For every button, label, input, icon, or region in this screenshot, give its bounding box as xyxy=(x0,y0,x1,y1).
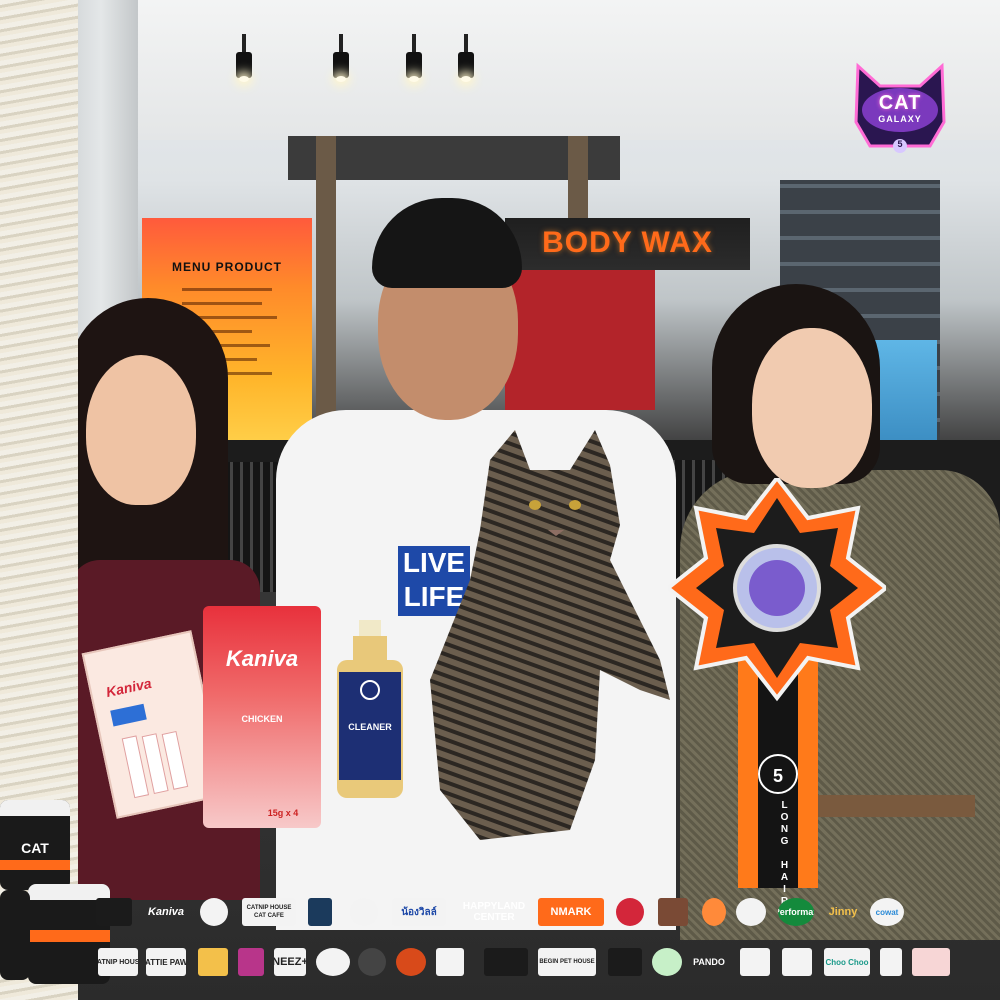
sponsor-logo xyxy=(358,948,386,976)
ceiling-spotlight xyxy=(403,34,425,86)
svg-text:Kaniva: Kaniva xyxy=(105,675,153,700)
woman-left-face xyxy=(86,355,196,505)
sponsor-logo xyxy=(308,898,332,926)
sponsor-logo xyxy=(782,948,812,976)
sponsor-logo-neez: NEEZ+ xyxy=(274,948,306,976)
sponsor-logo xyxy=(652,948,682,976)
sponsor-logo xyxy=(736,898,766,926)
logo-title: CAT xyxy=(878,92,922,114)
sponsor-logo-cowat: cowat xyxy=(870,898,904,926)
sponsor-logo xyxy=(608,948,642,976)
sponsor-logo-jinny: Jinny xyxy=(828,906,858,918)
sponsor-logo-happyland: HAPPYLAND CENTER xyxy=(462,901,526,923)
sponsor-logo xyxy=(616,898,644,926)
sponsor-logo-begin-pet-house: BEGIN PET HOUSE xyxy=(538,948,596,976)
treat-jar: CAT xyxy=(0,800,70,890)
sponsor-logo xyxy=(200,898,228,926)
sponsor-logo xyxy=(316,948,350,976)
bottle-label: CLEANER xyxy=(348,722,392,732)
sponsor-logo xyxy=(436,948,464,976)
sponsor-logo xyxy=(484,948,528,976)
sponsor-logo-performax: Performax xyxy=(778,898,814,926)
sponsor-logo xyxy=(658,898,688,926)
sponsor-logo-nmark: NMARK xyxy=(538,898,604,926)
ceiling-spotlight xyxy=(330,34,352,86)
pack-brand: Kaniva xyxy=(225,646,299,671)
store-sign: BODY WAX xyxy=(505,218,750,270)
ceiling-spotlight xyxy=(233,34,255,86)
sponsor-logo xyxy=(702,898,726,926)
sponsor-logo xyxy=(350,898,378,926)
logo-subtitle: GALAXY xyxy=(878,114,922,124)
store-sign-text: BODY WAX xyxy=(542,226,713,259)
sponsor-logo-cattie-paws: CATTIE PAWS xyxy=(146,948,186,976)
gate-post xyxy=(316,136,336,446)
cleaner-bottle: CLEANER xyxy=(333,620,407,800)
sponsor-logo xyxy=(912,948,950,976)
cat-treat-pack-red: Kaniva CHICKEN 15g x 4 xyxy=(203,606,321,828)
menu-board-title: MENU PRODUCT xyxy=(172,260,282,274)
pack-variant: CHICKEN xyxy=(241,714,283,724)
sponsor-logo xyxy=(238,948,264,976)
sponsor-logo-nongwill: น้องวิลล์ xyxy=(392,898,446,926)
sponsor-logo xyxy=(96,898,132,926)
rosette-number: 5 xyxy=(758,754,798,794)
sponsor-row-1: Kaniva CATNIP HOUSE CAT CAFE น้องวิลล์ H… xyxy=(92,890,1000,934)
sponsor-logo-catnip-house: CATNIP HOUSE CAT CAFE xyxy=(242,898,296,926)
store-wall xyxy=(505,270,655,410)
sponsor-logo-catnip: CATNIP HOUSE xyxy=(98,948,138,976)
pack-size: 15g x 4 xyxy=(267,808,299,818)
sponsor-logo xyxy=(880,948,902,976)
sponsor-logo xyxy=(198,948,228,976)
jar-label: CAT xyxy=(21,840,49,856)
sponsor-logo-kaniva: Kaniva xyxy=(147,906,185,918)
cat-show-photo: MENU PRODUCT BODY WAX LIVE LIFE Kaniva K… xyxy=(0,0,1000,1000)
man-hair xyxy=(372,198,522,288)
maine-coon-cat xyxy=(430,430,670,840)
sponsor-row-2: CATNIP HOUSE CATTIE PAWS NEEZ+ BEGIN PET… xyxy=(92,940,1000,984)
ceiling-spotlight xyxy=(455,34,477,86)
sponsor-logo xyxy=(740,948,770,976)
logo-number: 5 xyxy=(897,139,903,149)
sponsor-logo-choo-choo: Choo Choo xyxy=(824,948,870,976)
treat-jar xyxy=(0,890,30,980)
woman-right-face xyxy=(752,328,872,488)
sponsor-logo xyxy=(396,948,426,976)
sponsor-logo-pando: PANDO xyxy=(693,957,725,967)
